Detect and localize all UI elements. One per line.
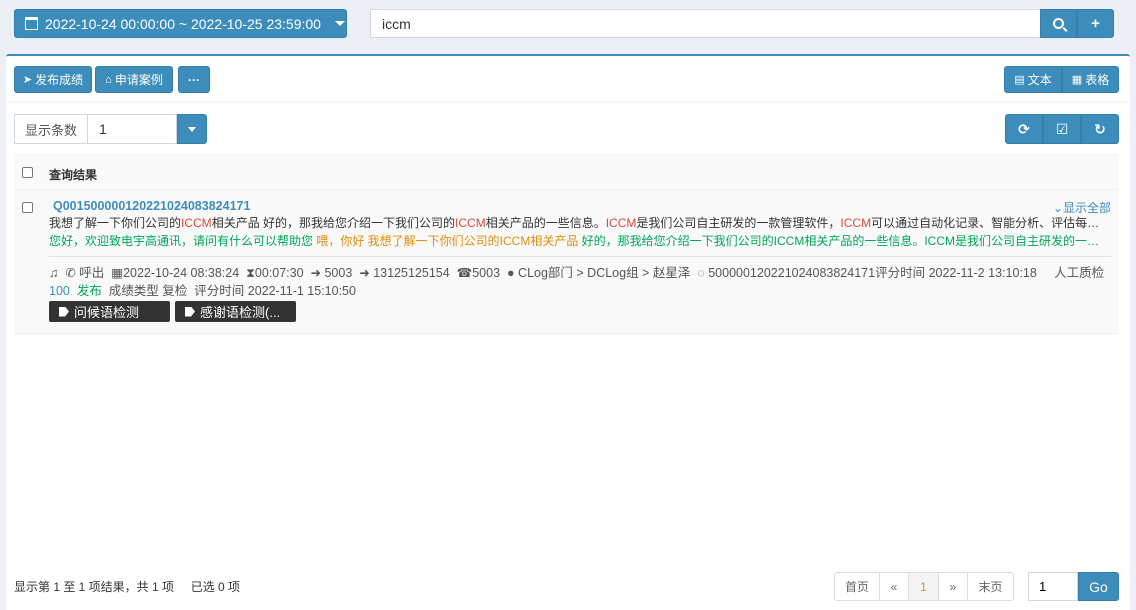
user-icon: ● <box>507 266 515 280</box>
first-page-button[interactable]: 首页 <box>834 572 880 601</box>
send-icon: ➤ <box>22 74 33 86</box>
customer-transcript-line: 我想了解一下你们公司的ICCM相关产品 好的，那我给您介绍一下我们公司的ICCM… <box>49 216 1111 230</box>
publish-status: 发布 <box>76 284 102 298</box>
more-button[interactable]: ··· <box>178 66 210 93</box>
check-all-button[interactable]: ☑ <box>1043 114 1081 144</box>
call-duration: 00:07:30 <box>254 266 304 280</box>
phone-out-icon: ✆ <box>65 266 76 280</box>
apply-case-label: 申请案例 <box>114 73 163 87</box>
redo-icon: ↻ <box>1094 120 1106 137</box>
sign-out-icon: ➜ <box>310 266 321 280</box>
search-icon <box>1053 18 1064 29</box>
call-time: 2022-10-24 08:38:24 <box>123 266 240 280</box>
page-size-dropdown-button[interactable] <box>177 114 207 144</box>
tag-icon <box>185 306 195 317</box>
page-size-label: 显示条数 <box>14 114 88 144</box>
check-square-icon: ☑ <box>1055 120 1069 137</box>
result-info: 显示第 1 至 1 项结果，共 1 项 已选 0 项 <box>14 578 240 595</box>
tag-icon <box>59 306 69 317</box>
search-input[interactable] <box>370 9 1041 38</box>
call-direction: 呼出 <box>79 266 105 280</box>
refresh-icon: ⟳ <box>1018 120 1030 137</box>
table-view-button[interactable]: ▦ 表格 <box>1062 66 1119 93</box>
search-button[interactable] <box>1040 9 1077 38</box>
table-icon: ▦ <box>1071 74 1083 86</box>
grid-header: 查询结果 <box>14 154 1119 190</box>
date-range-text: 2022-10-24 00:00:00 ~ 2022-10-25 23:59:0… <box>45 15 321 32</box>
table-view-label: 表格 <box>1085 73 1110 87</box>
extension: 5003 <box>324 266 353 280</box>
bookmark-icon: ⌂ <box>105 73 112 86</box>
org-path: CLog部门 > DCLog组 > 赵星泽 <box>518 266 691 280</box>
next-page-button[interactable]: » <box>938 572 968 601</box>
goto-page-input[interactable] <box>1028 572 1078 601</box>
publish-score-label: 发布成绩 <box>35 73 84 87</box>
calendar-icon: ▦ <box>111 266 124 280</box>
page-size-select: 显示条数 1 <box>14 114 207 144</box>
reset-button[interactable]: ↻ <box>1081 114 1119 144</box>
select-all-checkbox[interactable] <box>22 167 33 178</box>
apply-case-button[interactable]: ⌂ 申请案例 <box>95 66 173 93</box>
hourglass-icon: ⧗ <box>246 266 255 280</box>
agent-transcript-line: 您好，欢迎致电宇高通讯，请问有什么可以帮助您 喂，你好 我想了解一下你们公司的I… <box>49 234 1111 248</box>
refresh-button[interactable]: ⟳ <box>1005 114 1043 144</box>
score-value: 100 <box>49 284 70 298</box>
plus-icon: + <box>1091 15 1100 32</box>
tag-list: 问候语检测 感谢语检测(... <box>49 301 296 322</box>
date-range-picker[interactable]: 2022-10-24 00:00:00 ~ 2022-10-25 23:59:0… <box>14 9 347 38</box>
prev-page-button[interactable]: « <box>879 572 909 601</box>
results-grid: 查询结果 Q001500000120221024083824171 ⌄显示全部 … <box>14 154 1119 334</box>
tag-greeting-check[interactable]: 问候语检测 <box>49 301 170 322</box>
toolbar: ➤ 发布成绩 ⌂ 申请案例 ··· ▤ 文本 ▦ 表格 <box>6 56 1130 102</box>
publish-score-button[interactable]: ➤ 发布成绩 <box>14 66 92 93</box>
page-size-value[interactable]: 1 <box>88 114 177 144</box>
caret-down-icon <box>334 21 345 26</box>
top-bar: 2022-10-24 00:00:00 ~ 2022-10-25 23:59:0… <box>0 0 1136 48</box>
show-all-label: 显示全部 <box>1062 201 1111 215</box>
comment-icon: ◌ <box>697 266 705 280</box>
call-meta: ♫ ✆ 呼出 ▦2022-10-24 08:38:24 ⧗00:07:30 ➜ … <box>49 266 1105 298</box>
record-id: 5000001202210240838241​71 <box>708 266 876 280</box>
phone-icon: ☎ <box>456 266 473 280</box>
sign-in-icon: ➜ <box>359 266 370 280</box>
tag-thanks-check[interactable]: 感谢语检测(... <box>175 301 296 322</box>
row-checkbox[interactable] <box>22 202 33 213</box>
grid-actions: ⟳ ☑ ↻ <box>1005 114 1119 144</box>
ellipsis-icon: ··· <box>188 72 200 87</box>
calendar-icon <box>25 17 38 30</box>
pagination: 首页 « 1 » 末页 <box>834 572 1014 601</box>
grid-header-title: 查询结果 <box>49 168 98 182</box>
text-view-label: 文本 <box>1027 73 1052 87</box>
record-id-link[interactable]: Q001500000120221024083824171 <box>53 199 250 213</box>
callee-number: 5003 <box>472 266 501 280</box>
music-icon[interactable]: ♫ <box>49 266 58 280</box>
table-row[interactable]: Q001500000120221024083824171 ⌄显示全部 我想了解一… <box>14 190 1119 334</box>
text-view-button[interactable]: ▤ 文本 <box>1004 66 1062 93</box>
caret-down-icon <box>188 126 196 132</box>
main-panel: ➤ 发布成绩 ⌂ 申请案例 ··· ▤ 文本 ▦ 表格 显示条数 1 ⟳ ☑ ↻ <box>6 54 1130 610</box>
caller-number: 13125125154 <box>373 266 450 280</box>
add-button[interactable]: + <box>1077 9 1114 38</box>
file-text-icon: ▤ <box>1014 74 1025 86</box>
selected-count-text: 已选 0 项 <box>190 580 241 594</box>
result-count-text: 显示第 1 至 1 项结果，共 1 项 <box>14 580 175 594</box>
current-page[interactable]: 1 <box>908 572 939 601</box>
divider <box>49 256 1111 257</box>
last-page-button[interactable]: 末页 <box>967 572 1014 601</box>
go-button[interactable]: Go <box>1078 572 1119 601</box>
